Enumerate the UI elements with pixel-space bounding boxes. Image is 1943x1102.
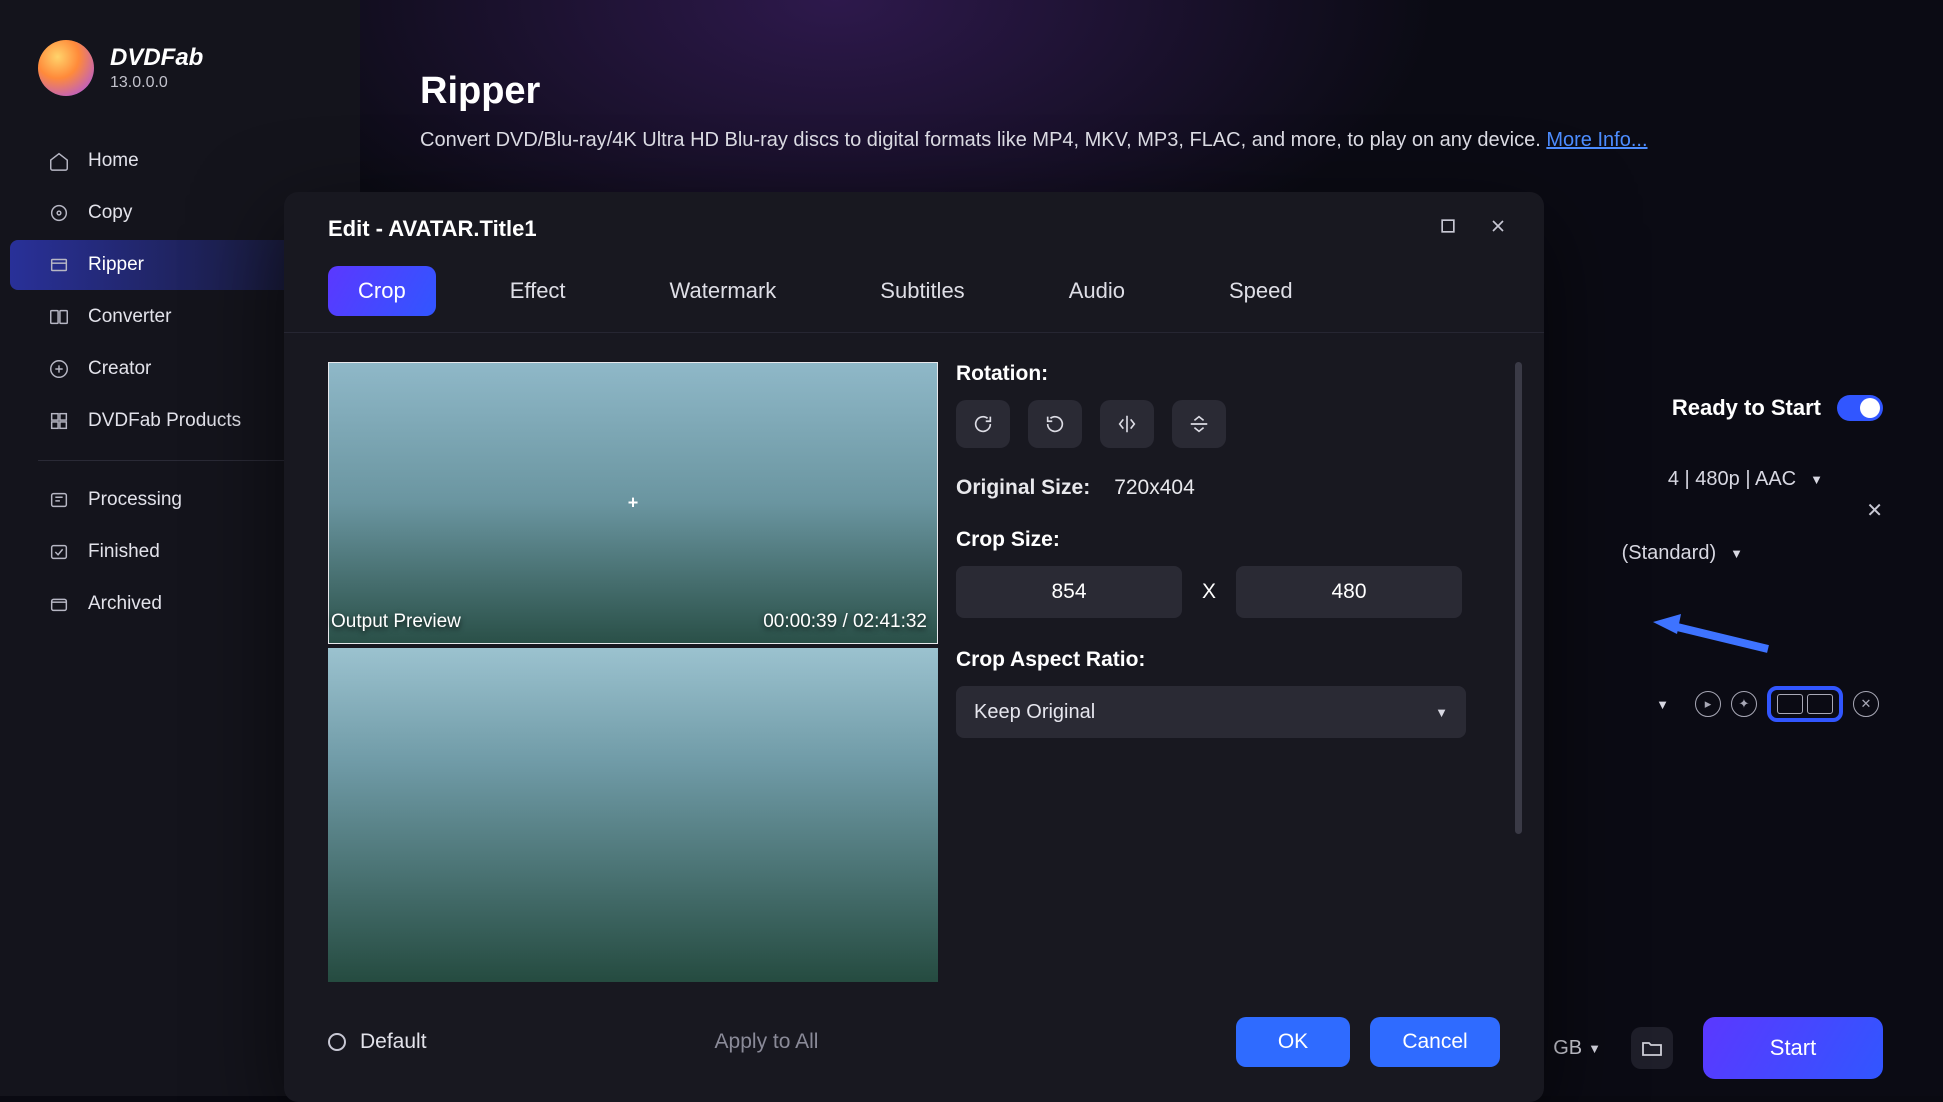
tab-subtitles[interactable]: Subtitles	[850, 266, 994, 316]
aspect-ratio-label: Crop Aspect Ratio:	[956, 648, 1488, 672]
tab-watermark[interactable]: Watermark	[640, 266, 807, 316]
apply-to-all-button[interactable]: Apply to All	[715, 1030, 819, 1054]
brand-version: 13.0.0.0	[110, 74, 203, 92]
tab-audio[interactable]: Audio	[1039, 266, 1155, 316]
archived-icon	[48, 593, 70, 615]
original-size-value: 720x404	[1114, 476, 1195, 500]
page-title: Ripper	[420, 70, 1883, 113]
crop-size-label: Crop Size:	[956, 528, 1488, 552]
sidebar-item-label: Archived	[88, 593, 162, 615]
sidebar-separator	[38, 460, 322, 461]
more-info-link[interactable]: More Info...	[1546, 129, 1647, 151]
converter-icon	[48, 306, 70, 328]
sidebar-item-home[interactable]: Home	[10, 136, 348, 186]
source-preview[interactable]	[328, 648, 938, 982]
rotation-label: Rotation:	[956, 362, 1488, 386]
copy-icon	[48, 202, 70, 224]
modal-tabs: Crop Effect Watermark Subtitles Audio Sp…	[284, 242, 1544, 333]
default-label: Default	[360, 1030, 427, 1054]
ok-button[interactable]: OK	[1236, 1017, 1350, 1067]
creator-icon	[48, 358, 70, 380]
x-separator: X	[1202, 580, 1216, 604]
crop-width-input[interactable]	[956, 566, 1182, 618]
sidebar-item-label: Finished	[88, 541, 160, 563]
chevron-down-icon[interactable]: ▼	[1730, 546, 1743, 561]
play-button[interactable]: ▸	[1695, 691, 1721, 717]
modal-title: Edit - AVATAR.Title1	[328, 216, 537, 242]
sidebar-item-label: Converter	[88, 306, 171, 328]
chevron-down-icon[interactable]: ▼	[1810, 472, 1823, 487]
annotation-arrow-icon	[1653, 614, 1773, 654]
sidebar-item-label: Copy	[88, 202, 132, 224]
edit-modal: Edit - AVATAR.Title1 Crop Effect Waterma…	[284, 192, 1544, 1102]
brand: DVDFab 13.0.0.0	[0, 30, 360, 128]
highlighted-edit-buttons	[1767, 686, 1843, 722]
home-icon	[48, 150, 70, 172]
crop-center-marker-icon: +	[628, 493, 639, 514]
sidebar-item-label: Home	[88, 150, 139, 172]
edit-crop-button[interactable]	[1807, 694, 1833, 714]
preview-label: Output Preview	[331, 611, 461, 633]
ready-toggle[interactable]	[1837, 395, 1883, 421]
remove-task-button[interactable]: ✕	[1866, 498, 1883, 523]
sidebar-item-label: Ripper	[88, 254, 144, 276]
original-size-label: Original Size:	[956, 476, 1090, 500]
preview-time: 00:00:39 / 02:41:32	[763, 611, 927, 633]
sidebar-item-label: Creator	[88, 358, 151, 380]
aspect-ratio-select[interactable]: Keep Original ▼	[956, 686, 1466, 738]
brand-logo-icon	[38, 40, 94, 96]
processing-icon	[48, 489, 70, 511]
ready-label: Ready to Start	[1672, 395, 1821, 421]
rotate-counterclockwise-button[interactable]	[1028, 400, 1082, 448]
chevron-down-icon: ▼	[1588, 1041, 1601, 1056]
modal-close-button[interactable]	[1488, 216, 1508, 242]
modal-maximize-button[interactable]	[1438, 216, 1458, 242]
chevron-down-icon[interactable]: ▼	[1656, 697, 1669, 712]
output-size-dropdown[interactable]: GB ▼	[1553, 1037, 1601, 1060]
tab-crop[interactable]: Crop	[328, 266, 436, 316]
size-unit-label: GB	[1553, 1037, 1582, 1060]
cancel-small-button[interactable]: ✕	[1853, 691, 1879, 717]
preset-text: (Standard)	[1622, 542, 1717, 565]
flip-vertical-button[interactable]	[1172, 400, 1226, 448]
tab-effect[interactable]: Effect	[480, 266, 596, 316]
finished-icon	[48, 541, 70, 563]
settings-small-button[interactable]: ✦	[1731, 691, 1757, 717]
profile-text: 4 | 480p | AAC	[1668, 468, 1796, 491]
page-description-text: Convert DVD/Blu-ray/4K Ultra HD Blu-ray …	[420, 129, 1541, 151]
flip-horizontal-button[interactable]	[1100, 400, 1154, 448]
edit-video-button[interactable]	[1777, 694, 1803, 714]
start-button[interactable]: Start	[1703, 1017, 1883, 1079]
settings-scrollbar[interactable]	[1515, 362, 1522, 834]
output-preview[interactable]: + Output Preview 00:00:39 / 02:41:32	[328, 362, 938, 644]
tab-speed[interactable]: Speed	[1199, 266, 1323, 316]
page-description: Convert DVD/Blu-ray/4K Ultra HD Blu-ray …	[420, 129, 1883, 152]
aspect-ratio-value: Keep Original	[974, 701, 1095, 724]
cancel-button[interactable]: Cancel	[1370, 1017, 1500, 1067]
crop-height-input[interactable]	[1236, 566, 1462, 618]
default-radio[interactable]	[328, 1033, 346, 1051]
rotate-clockwise-button[interactable]	[956, 400, 1010, 448]
ripper-icon	[48, 254, 70, 276]
output-folder-button[interactable]	[1631, 1027, 1673, 1069]
sidebar-item-label: Processing	[88, 489, 182, 511]
sidebar-item-label: DVDFab Products	[88, 410, 241, 432]
products-icon	[48, 410, 70, 432]
chevron-down-icon: ▼	[1435, 705, 1448, 720]
brand-name: DVDFab	[110, 44, 203, 72]
